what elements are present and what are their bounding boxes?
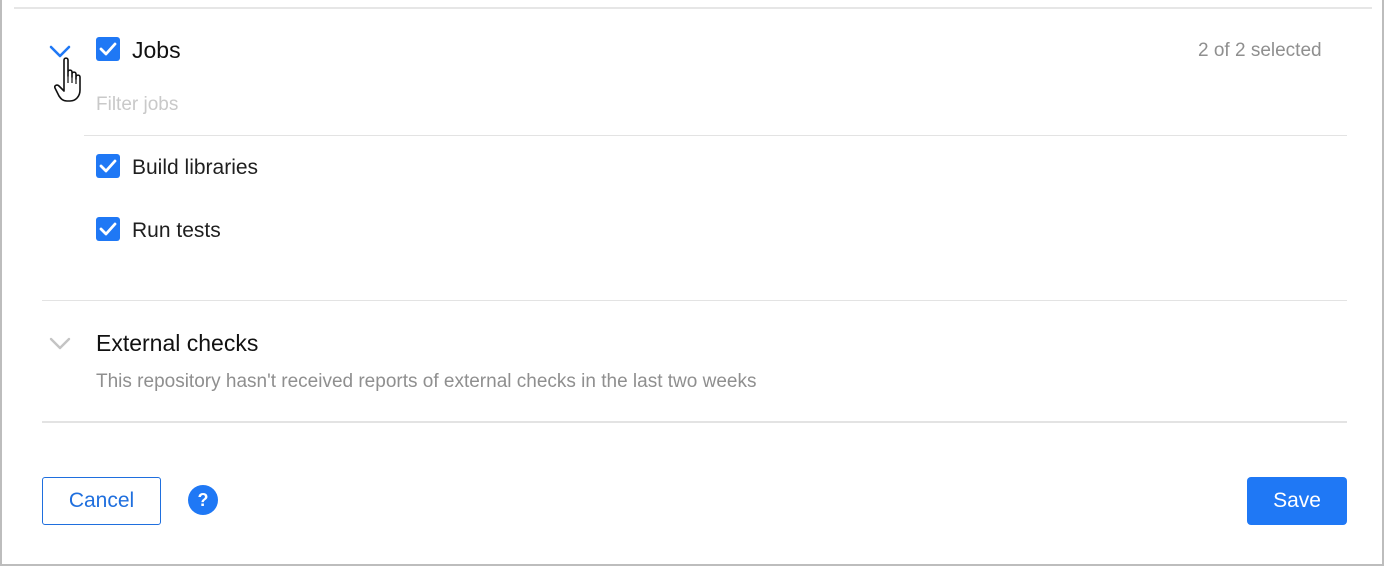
dialog-frame: Jobs 2 of 2 selected Filter jobs Build l…	[0, 0, 1384, 566]
job-checkbox-run-tests[interactable]	[96, 217, 120, 241]
cancel-button[interactable]: Cancel	[42, 477, 161, 525]
check-icon	[99, 159, 117, 173]
filter-divider	[84, 135, 1347, 136]
check-icon	[99, 42, 117, 56]
external-checks-chevron-icon	[49, 337, 71, 351]
save-button[interactable]: Save	[1247, 477, 1347, 525]
help-icon[interactable]: ?	[188, 485, 218, 515]
job-label-run-tests[interactable]: Run tests	[132, 219, 221, 243]
job-label-build-libraries[interactable]: Build libraries	[132, 156, 258, 180]
jobs-title: Jobs	[132, 37, 181, 63]
footer-divider	[42, 421, 1347, 423]
jobs-select-all-checkbox[interactable]	[96, 37, 120, 61]
jobs-selection-count: 2 of 2 selected	[1198, 40, 1322, 61]
hand-pointer-icon	[54, 56, 94, 108]
check-icon	[99, 222, 117, 236]
top-divider	[14, 7, 1372, 9]
external-checks-title: External checks	[96, 330, 259, 356]
job-checkbox-build-libraries[interactable]	[96, 154, 120, 178]
section-divider	[42, 300, 1347, 301]
external-checks-description: This repository hasn't received reports …	[96, 371, 757, 392]
filter-jobs-input[interactable]: Filter jobs	[96, 94, 178, 116]
